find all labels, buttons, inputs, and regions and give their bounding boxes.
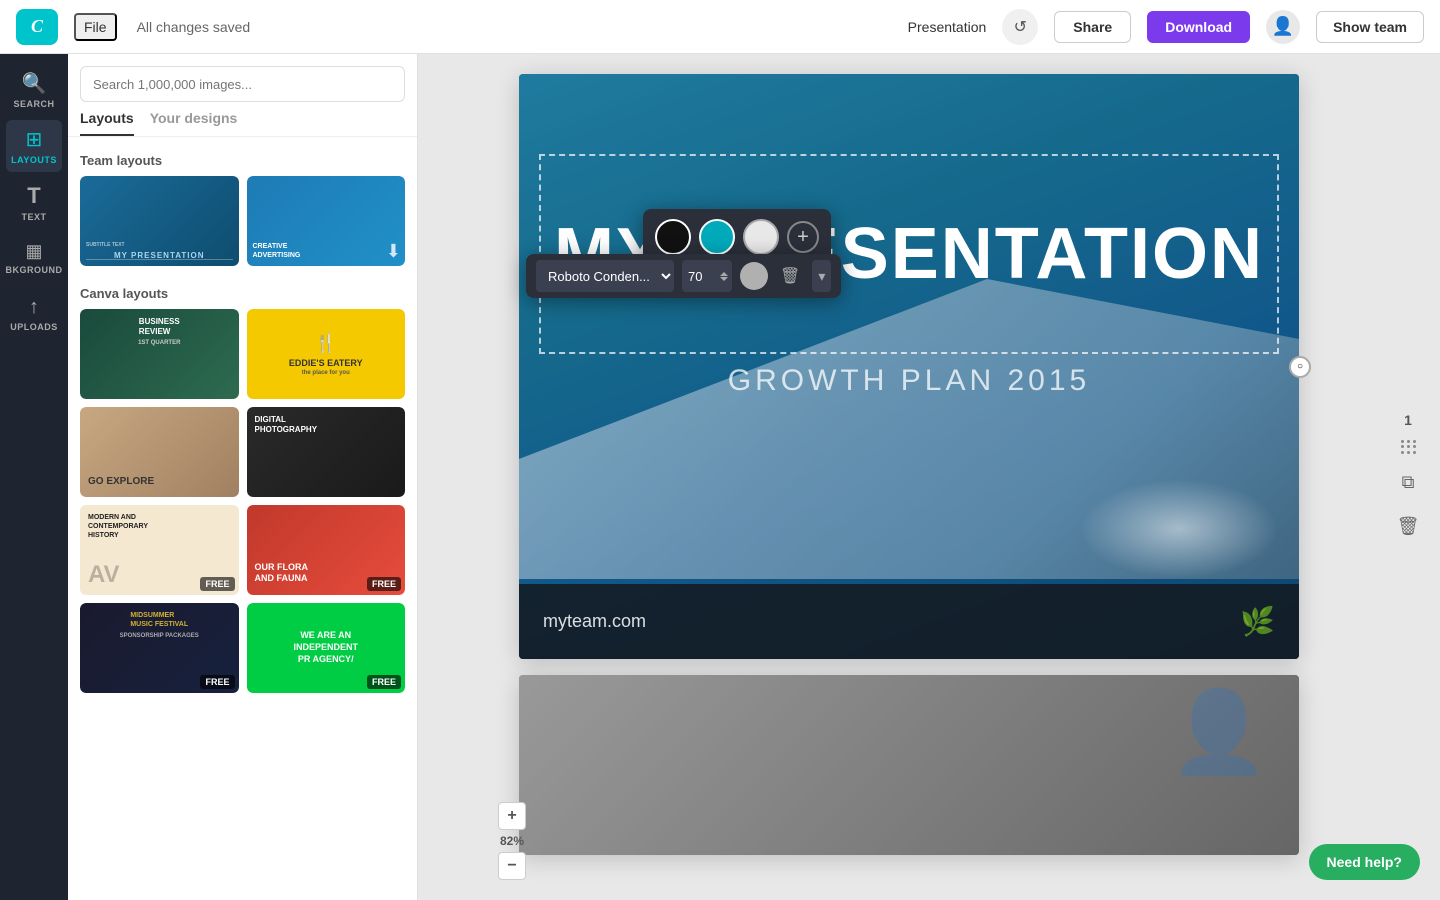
zoom-out-button[interactable]: − (498, 852, 526, 880)
need-help-button[interactable]: Need help? (1309, 844, 1420, 880)
uploads-icon: ↑ (29, 296, 39, 319)
layouts-panel: Layouts Your designs Team layouts MY PRE… (68, 54, 418, 900)
team-card-my-presentation[interactable]: MY PRESENTATION SUBTITLE TEXT (80, 176, 239, 266)
font-size-input[interactable] (688, 269, 716, 284)
show-team-button[interactable]: Show team (1316, 11, 1424, 43)
slide-clouds-graphic (1079, 479, 1279, 579)
zoom-controls: + 82% − (498, 802, 526, 880)
canvas-area: + Roboto Conden... 🗑 ▾ (418, 54, 1440, 900)
sidebar-item-background-label: BKGROUND (6, 265, 63, 275)
team-layouts-title: Team layouts (68, 145, 417, 176)
left-sidebar: 🔍 SEARCH ⊞ LAYOUTS T TEXT ▦ BKGROUND ↑ U… (0, 54, 68, 900)
canva-card-eddies-eatery[interactable]: 🍴 EDDIE'S EATERY the place for you (247, 309, 406, 399)
sidebar-item-text[interactable]: T TEXT (6, 176, 62, 228)
share-button[interactable]: Share (1054, 11, 1131, 43)
zoom-level-display: 82% (500, 834, 524, 848)
font-size-arrows (720, 272, 728, 281)
team-card-my-presentation-inner: MY PRESENTATION SUBTITLE TEXT (80, 176, 239, 266)
sidebar-item-search-label: SEARCH (13, 99, 54, 109)
sidebar-item-uploads[interactable]: ↑ UPLOADS (6, 288, 62, 340)
download-button[interactable]: Download (1147, 11, 1250, 43)
changes-saved-indicator: All changes saved (137, 19, 251, 35)
file-menu-button[interactable]: File (74, 13, 117, 41)
font-family-select[interactable]: Roboto Conden... (536, 260, 674, 292)
canva-card-flora-fauna[interactable]: OUR FLORAAND FAUNA FREE (247, 505, 406, 595)
slide-bottom-bar: myteam.com 🌿 (519, 584, 1299, 659)
canva-card-independent-pr[interactable]: WE ARE ANINDEPENDENTPR AGENCY/ FREE (247, 603, 406, 693)
page-number: 1 (1404, 412, 1412, 428)
canva-layouts-title: Canva layouts (68, 278, 417, 309)
tab-your-designs[interactable]: Your designs (150, 110, 238, 136)
canva-card-business-review[interactable]: BUSINESSREVIEW 1ST QUARTER (80, 309, 239, 399)
sidebar-item-layouts[interactable]: ⊞ LAYOUTS (6, 120, 62, 172)
slide-2-figure: 👤 (1169, 685, 1269, 779)
card-badge-free-3: FREE (200, 675, 234, 689)
slide-subtitle-text[interactable]: GROWTH PLAN 2015 (519, 364, 1299, 398)
panel-search-area (68, 54, 417, 110)
delete-page-button[interactable]: 🗑 (1392, 510, 1424, 542)
background-icon: ▦ (25, 241, 42, 262)
canva-card-go-explore[interactable]: GO EXPLORE (80, 407, 239, 497)
font-toolbar: Roboto Conden... 🗑 ▾ (526, 254, 841, 298)
right-sidebar-controls: 1 ⧉ 🗑 (1392, 412, 1424, 542)
card-badge-free: FREE (200, 577, 234, 591)
leaf-icon: 🌿 (1240, 605, 1275, 638)
font-size-control (682, 260, 732, 292)
color-swatch-teal[interactable] (699, 219, 735, 255)
text-icon: T (27, 183, 40, 209)
panel-scroll-area: Team layouts MY PRESENTATION SUBTITLE TE… (68, 145, 417, 900)
card-badge-free-4: FREE (367, 675, 401, 689)
presentation-name-label[interactable]: Presentation (908, 19, 987, 35)
pages-grid-icon[interactable] (1401, 440, 1415, 454)
card-badge-free-2: FREE (367, 577, 401, 591)
search-icon: 🔍 (22, 71, 47, 96)
undo-button[interactable]: ↺ (1002, 9, 1038, 45)
sidebar-item-search[interactable]: 🔍 SEARCH (6, 64, 62, 116)
top-navigation: C File All changes saved Presentation ↺ … (0, 0, 1440, 54)
team-card-creative-advertising-inner: CREATIVEADVERTISING (247, 176, 406, 266)
sidebar-item-text-label: TEXT (21, 212, 46, 222)
canva-logo[interactable]: C (16, 9, 58, 45)
main-layout: 🔍 SEARCH ⊞ LAYOUTS T TEXT ▦ BKGROUND ↑ U… (0, 54, 1440, 900)
duplicate-page-button[interactable]: ⧉ (1392, 466, 1424, 498)
sidebar-item-layouts-label: LAYOUTS (11, 155, 57, 165)
resize-handle[interactable]: ○ (1289, 356, 1311, 378)
team-layouts-grid: MY PRESENTATION SUBTITLE TEXT CREATIVEAD… (68, 176, 417, 278)
slide-wrapper: MY PRESENTATION GROWTH PLAN 2015 myteam.… (519, 74, 1299, 659)
font-options-dropdown[interactable]: ▾ (812, 260, 831, 292)
canva-card-midsummer[interactable]: MIDSUMMERMUSIC FESTIVAL SPONSORSHIP PACK… (80, 603, 239, 693)
avatar[interactable]: 👤 (1266, 10, 1300, 44)
slide-website-text: myteam.com (543, 611, 646, 632)
color-swatch-white[interactable] (743, 219, 779, 255)
color-swatch-black[interactable] (655, 219, 691, 255)
sidebar-item-uploads-label: UPLOADS (10, 322, 58, 332)
font-size-down-arrow[interactable] (720, 277, 728, 281)
team-card-creative-advertising[interactable]: CREATIVEADVERTISING ⬇ (247, 176, 406, 266)
canva-card-digital-photography[interactable]: DIGITALPHOTOGRAPHY (247, 407, 406, 497)
sidebar-item-background[interactable]: ▦ BKGROUND (6, 232, 62, 284)
slide-canvas[interactable]: MY PRESENTATION GROWTH PLAN 2015 myteam.… (519, 74, 1299, 659)
font-size-up-arrow[interactable] (720, 272, 728, 276)
slide-2-preview[interactable]: 👤 (519, 675, 1299, 855)
tab-layouts[interactable]: Layouts (80, 110, 134, 136)
font-color-swatch[interactable] (740, 262, 768, 290)
search-input[interactable] (80, 66, 405, 102)
layouts-icon: ⊞ (26, 127, 43, 152)
zoom-in-button[interactable]: + (498, 802, 526, 830)
add-color-button[interactable]: + (787, 221, 819, 253)
canva-card-modern-contemporary[interactable]: AV MODERN ANDCONTEMPORARYHISTORY FREE (80, 505, 239, 595)
canva-layouts-grid: BUSINESSREVIEW 1ST QUARTER 🍴 EDDIE'S EAT… (68, 309, 417, 705)
panel-tabs: Layouts Your designs (68, 110, 417, 137)
delete-text-button[interactable]: 🗑 (776, 264, 804, 288)
